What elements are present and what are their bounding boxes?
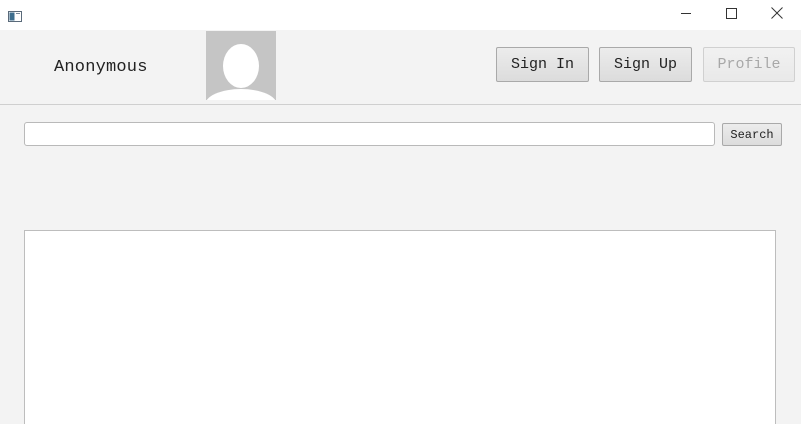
close-icon <box>770 6 783 24</box>
title-bar[interactable] <box>0 0 801 30</box>
profile-button[interactable]: Profile <box>703 47 795 82</box>
sign-up-button[interactable]: Sign Up <box>599 47 692 82</box>
avatar <box>206 31 276 100</box>
results-panel[interactable] <box>24 230 776 424</box>
app-window: Anonymous Sign In Sign Up Profile Search <box>0 0 801 424</box>
minimize-icon <box>681 6 692 24</box>
account-header: Anonymous Sign In Sign Up Profile <box>0 30 801 105</box>
search-button[interactable]: Search <box>722 123 782 146</box>
maximize-icon <box>726 6 737 24</box>
username-label: Anonymous <box>54 58 148 77</box>
sign-in-button[interactable]: Sign In <box>496 47 589 82</box>
close-button[interactable] <box>754 0 799 30</box>
search-input[interactable] <box>24 122 715 146</box>
app-window-icon <box>8 9 22 22</box>
maximize-button[interactable] <box>709 0 754 30</box>
minimize-button[interactable] <box>664 0 709 30</box>
default-avatar-icon <box>206 44 276 100</box>
